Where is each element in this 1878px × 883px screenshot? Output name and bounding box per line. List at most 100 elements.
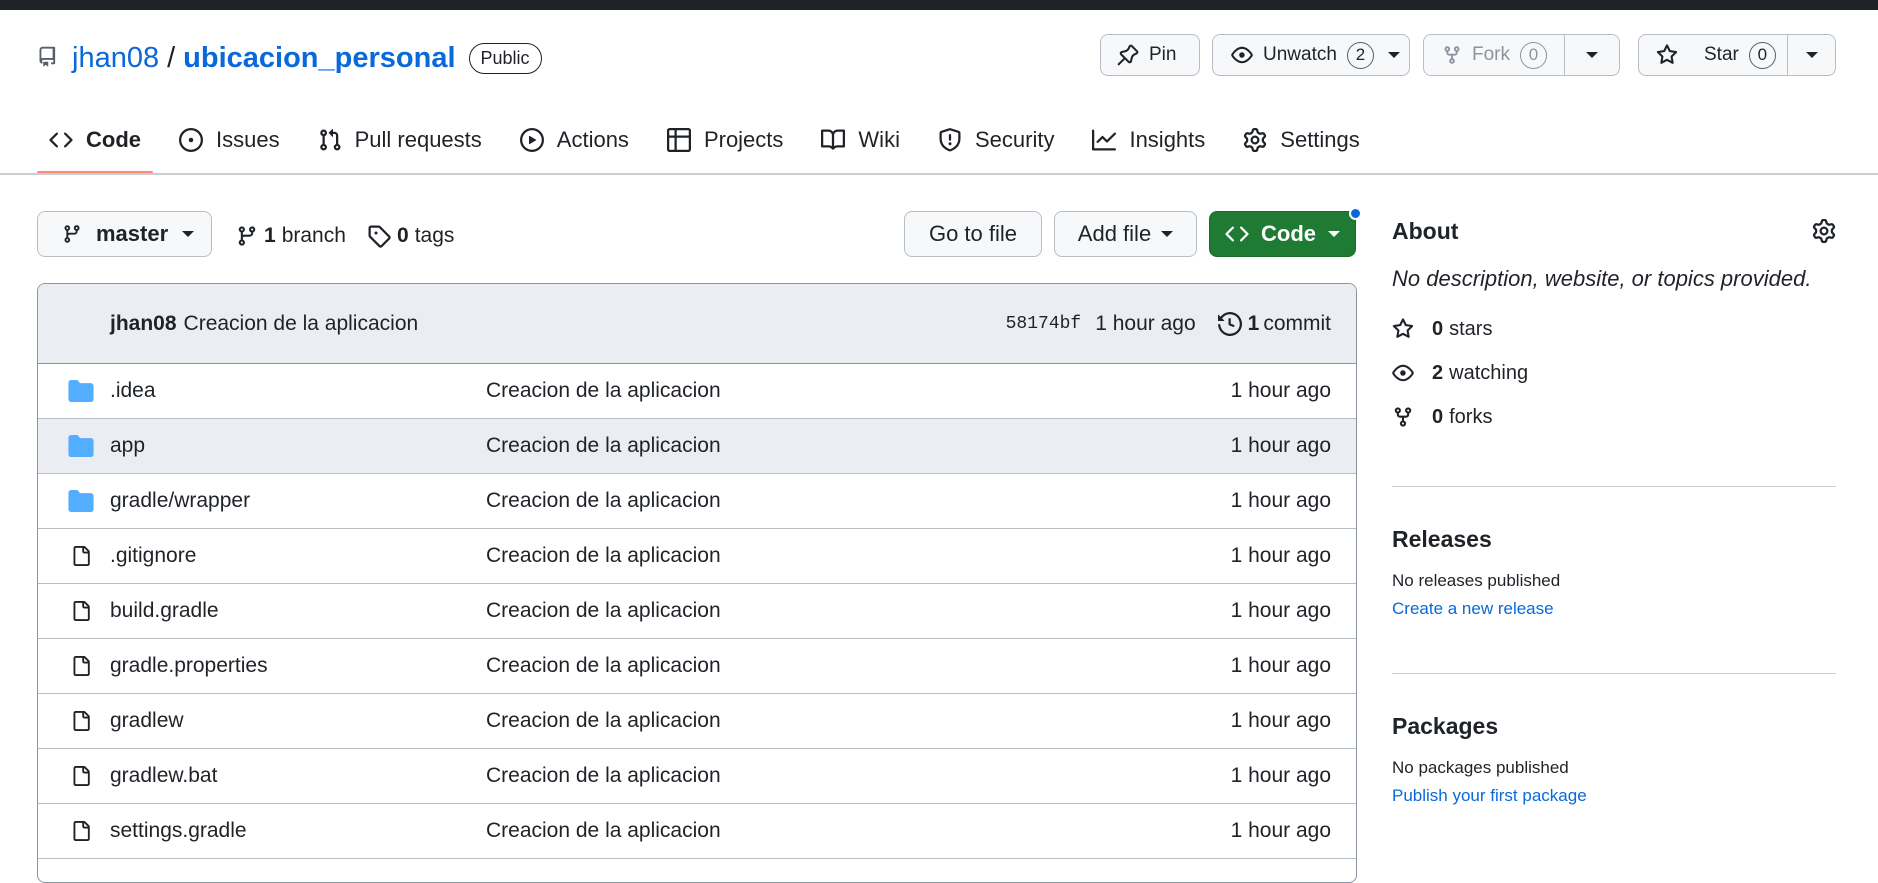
branches-link[interactable]: 1 branch bbox=[236, 222, 346, 250]
latest-commit-bar: jhan08 Creacion de la aplicacion 58174bf… bbox=[38, 284, 1356, 364]
add-file-button[interactable]: Add file bbox=[1054, 211, 1197, 257]
gear-icon[interactable] bbox=[1812, 219, 1836, 243]
file-name-link[interactable]: .gitignore bbox=[110, 544, 486, 568]
file-icon bbox=[38, 819, 110, 843]
forks-link[interactable]: 0 forks bbox=[1392, 404, 1836, 430]
watching-count: 2 bbox=[1432, 361, 1444, 384]
file-commit-message-link[interactable]: Creacion de la aplicacion bbox=[486, 654, 1231, 678]
file-age: 1 hour ago bbox=[1230, 709, 1331, 732]
file-age: 1 hour ago bbox=[1230, 489, 1331, 512]
watch-counter: 2 bbox=[1346, 41, 1374, 69]
fork-button[interactable]: Fork 0 bbox=[1423, 34, 1620, 76]
releases-title[interactable]: Releases bbox=[1392, 526, 1836, 553]
star-icon bbox=[1392, 318, 1416, 340]
tags-link[interactable]: 0 tags bbox=[367, 222, 454, 250]
commit-history-link[interactable]: 1 commit bbox=[1217, 311, 1331, 336]
file-name-link[interactable]: gradlew bbox=[110, 709, 486, 733]
commit-author-link[interactable]: jhan08 bbox=[110, 312, 177, 336]
commit-sha-link[interactable]: 58174bf bbox=[1006, 314, 1082, 334]
file-row[interactable]: gradle.properties Creacion de la aplicaci… bbox=[38, 639, 1356, 694]
tab-pull-requests[interactable]: Pull requests bbox=[306, 118, 494, 162]
publish-package-link[interactable]: Publish your first package bbox=[1392, 786, 1836, 806]
star-button[interactable]: Star 0 bbox=[1638, 34, 1836, 76]
commit-message-link[interactable]: Creacion de la aplicacion bbox=[184, 312, 419, 336]
pin-button[interactable]: Pin bbox=[1100, 34, 1200, 76]
branch-count: 1 bbox=[264, 224, 276, 247]
file-icon bbox=[38, 764, 110, 788]
fork-counter: 0 bbox=[1520, 41, 1547, 69]
tab-actions-label: Actions bbox=[556, 127, 629, 152]
history-icon bbox=[1217, 311, 1242, 336]
unwatch-label: Unwatch bbox=[1263, 44, 1337, 65]
file-commit-message-link[interactable]: Creacion de la aplicacion bbox=[486, 764, 1231, 788]
branch-icon bbox=[236, 224, 258, 248]
stars-word: stars bbox=[1449, 317, 1493, 340]
file-name-link[interactable]: build.gradle bbox=[110, 599, 486, 623]
releases-section: Releases No releases published Create a … bbox=[1392, 526, 1836, 619]
commit-age: 1 hour ago bbox=[1095, 311, 1196, 335]
chevron-down-icon bbox=[1387, 52, 1400, 58]
file-age: 1 hour ago bbox=[1230, 434, 1331, 457]
tab-settings[interactable]: Settings bbox=[1231, 118, 1372, 162]
table-icon bbox=[666, 128, 691, 152]
file-name-link[interactable]: .idea bbox=[110, 379, 486, 403]
tab-issues[interactable]: Issues bbox=[167, 118, 292, 162]
tag-count: 0 bbox=[397, 224, 409, 247]
file-row[interactable]: app Creacion de la aplicacion 1 hour ago bbox=[38, 419, 1356, 474]
star-label: Star bbox=[1704, 44, 1739, 65]
file-name-link[interactable]: gradlew.bat bbox=[110, 764, 486, 788]
code-icon bbox=[49, 128, 73, 152]
create-release-link[interactable]: Create a new release bbox=[1392, 599, 1836, 619]
sidebar-divider bbox=[1392, 486, 1836, 487]
add-file-label: Add file bbox=[1077, 221, 1152, 246]
chevron-down-icon bbox=[182, 231, 195, 237]
file-name-link[interactable]: settings.gradle bbox=[110, 819, 486, 843]
file-commit-message-link[interactable]: Creacion de la aplicacion bbox=[486, 709, 1231, 733]
tab-insights[interactable]: Insights bbox=[1080, 118, 1217, 162]
tab-code[interactable]: Code bbox=[37, 118, 153, 174]
tag-icon bbox=[367, 224, 391, 248]
branch-name: master bbox=[96, 221, 169, 246]
file-row[interactable]: .gitignore Creacion de la aplicacion 1 hou… bbox=[38, 529, 1356, 584]
file-row[interactable]: gradlew.bat Creacion de la aplicacion 1 ho… bbox=[38, 749, 1356, 804]
file-commit-message-link[interactable]: Creacion de la aplicacion bbox=[486, 544, 1231, 568]
unwatch-button[interactable]: Unwatch 2 bbox=[1212, 34, 1410, 76]
file-commit-message-link[interactable]: Creacion de la aplicacion bbox=[486, 379, 1231, 403]
nav-divider bbox=[0, 173, 1878, 175]
packages-empty-text: No packages published bbox=[1392, 758, 1569, 777]
file-name-link[interactable]: gradle/wrapper bbox=[110, 489, 486, 513]
tab-insights-label: Insights bbox=[1129, 127, 1206, 152]
file-row[interactable]: gradle/wrapper Creacion de la aplicacion 1… bbox=[38, 474, 1356, 529]
file-row[interactable]: build.gradle Creacion de la aplicacion 1 h… bbox=[38, 584, 1356, 639]
go-to-file-label: Go to file bbox=[928, 221, 1018, 246]
file-row[interactable]: settings.gradle Creacion de la aplicacion… bbox=[38, 804, 1356, 859]
file-commit-message-link[interactable]: Creacion de la aplicacion bbox=[486, 819, 1231, 843]
shield-icon bbox=[938, 128, 962, 152]
chevron-down-icon[interactable] bbox=[1806, 52, 1818, 58]
code-button[interactable]: Code bbox=[1209, 211, 1356, 257]
file-row[interactable]: gradlew Creacion de la aplicacion 1 hour a… bbox=[38, 694, 1356, 749]
chevron-down-icon[interactable] bbox=[1586, 52, 1598, 58]
file-commit-message-link[interactable]: Creacion de la aplicacion bbox=[486, 434, 1231, 458]
repo-name-link[interactable]: ubicacion_personal bbox=[183, 42, 455, 75]
notification-dot bbox=[1349, 207, 1362, 220]
tab-wiki[interactable]: Wiki bbox=[809, 118, 912, 162]
packages-title[interactable]: Packages bbox=[1392, 713, 1836, 740]
repo-owner-link[interactable]: jhan08 bbox=[72, 42, 159, 75]
file-commit-message-link[interactable]: Creacion de la aplicacion bbox=[486, 599, 1231, 623]
branch-select-button[interactable]: master bbox=[37, 211, 212, 257]
tab-actions[interactable]: Actions bbox=[508, 118, 641, 162]
commit-count: 1 bbox=[1247, 311, 1260, 335]
file-name-link[interactable]: gradle.properties bbox=[110, 654, 486, 678]
file-name-link[interactable]: app bbox=[110, 434, 486, 458]
go-to-file-button[interactable]: Go to file bbox=[904, 211, 1042, 257]
tab-security[interactable]: Security bbox=[926, 118, 1066, 162]
file-row[interactable]: .idea Creacion de la aplicacion 1 hour ago bbox=[38, 364, 1356, 419]
sidebar-divider bbox=[1392, 673, 1836, 674]
tab-projects[interactable]: Projects bbox=[655, 118, 795, 162]
file-commit-message-link[interactable]: Creacion de la aplicacion bbox=[486, 489, 1231, 513]
pull-request-icon bbox=[318, 128, 342, 152]
watching-link[interactable]: 2 watching bbox=[1392, 360, 1836, 386]
file-age: 1 hour ago bbox=[1230, 764, 1331, 787]
stars-link[interactable]: 0 stars bbox=[1392, 316, 1836, 342]
